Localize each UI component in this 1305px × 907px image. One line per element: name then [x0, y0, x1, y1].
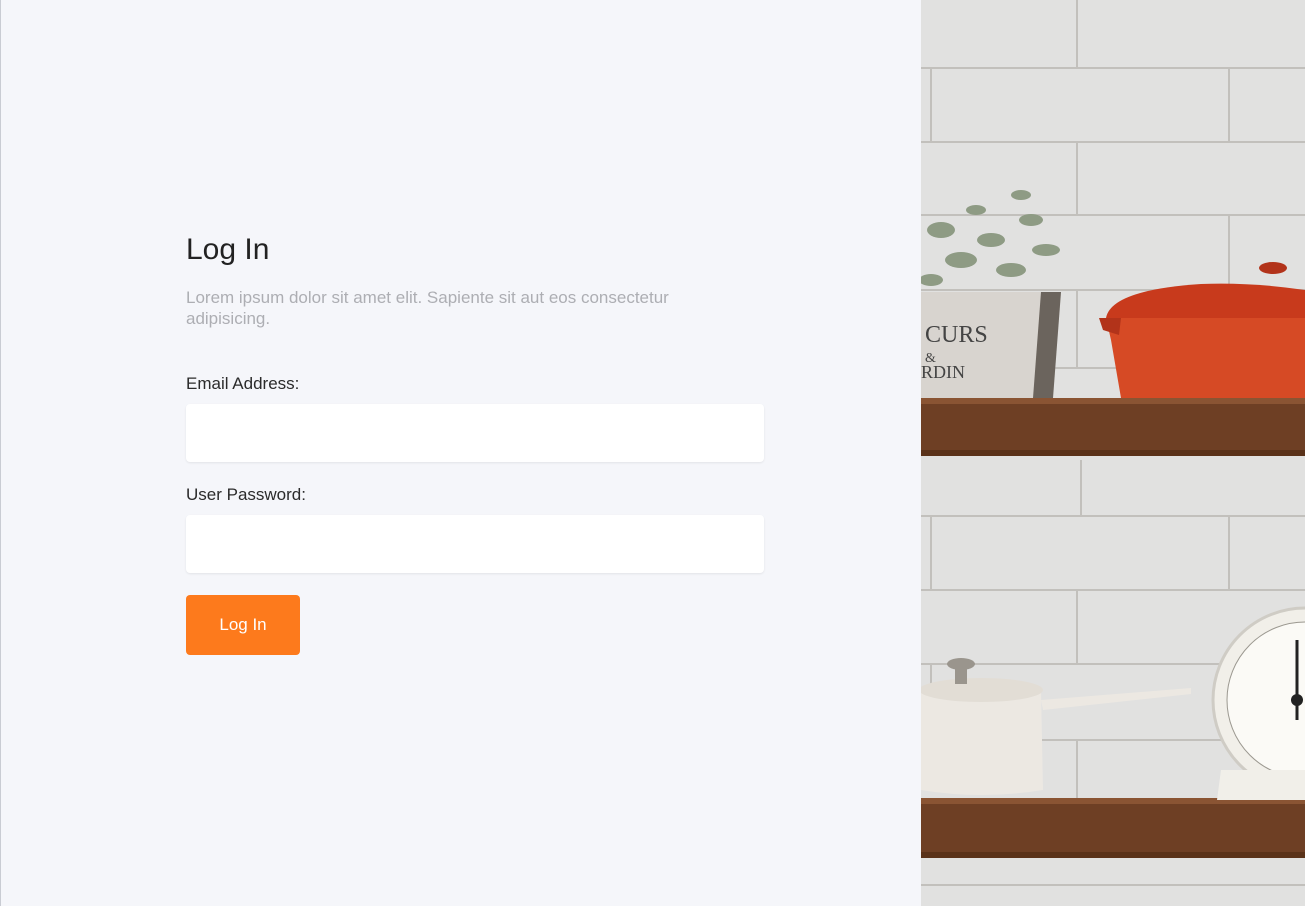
email-field[interactable]	[186, 404, 764, 462]
password-label: User Password:	[186, 485, 306, 504]
email-label: Email Address:	[186, 374, 300, 393]
page-title: Log In	[186, 233, 270, 266]
svg-text:CURS: CURS	[925, 322, 988, 348]
login-panel: Log In Lorem ipsum dolor sit amet elit. …	[0, 0, 921, 906]
login-page: Log In Lorem ipsum dolor sit amet elit. …	[0, 0, 1305, 907]
login-button[interactable]: Log In	[186, 595, 300, 655]
password-field[interactable]	[186, 515, 764, 573]
svg-text:RDIN: RDIN	[921, 362, 965, 382]
page-subtitle: Lorem ipsum dolor sit amet elit. Sapient…	[186, 288, 669, 328]
kitchen-shelves-image: CURS & RDIN	[921, 0, 1305, 906]
login-form: Log In Lorem ipsum dolor sit amet elit. …	[186, 230, 764, 655]
hero-image: CURS & RDIN	[921, 0, 1305, 906]
